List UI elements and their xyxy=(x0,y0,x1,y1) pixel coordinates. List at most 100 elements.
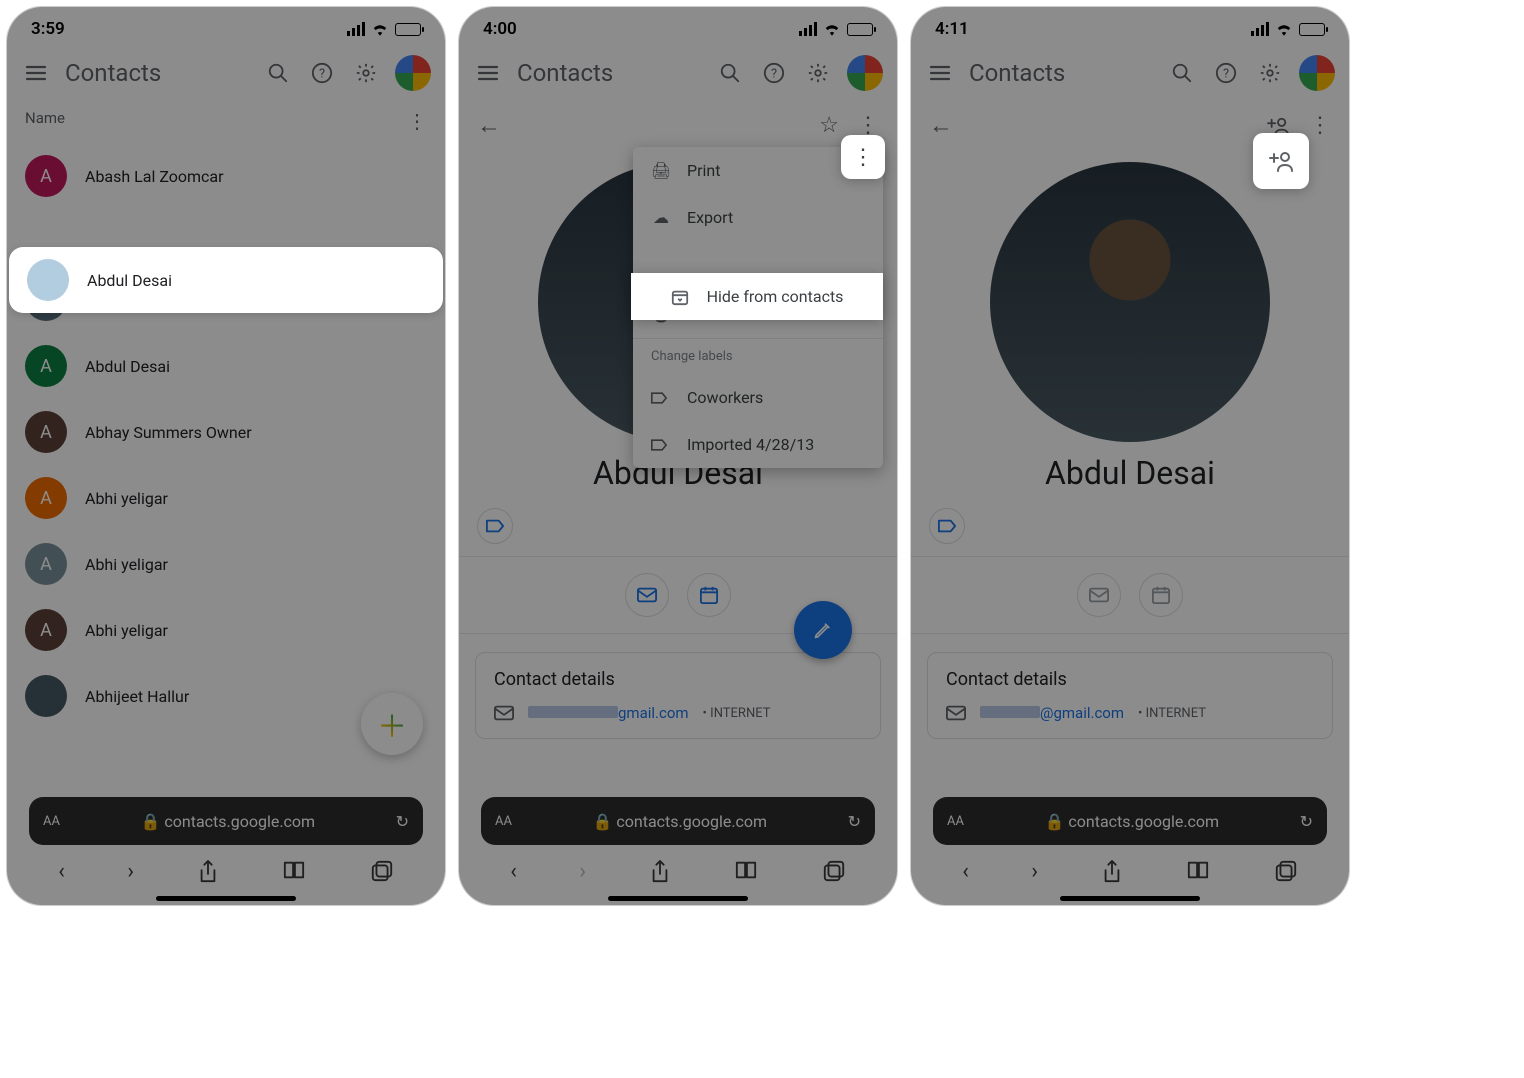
contact-avatar xyxy=(27,259,69,301)
cellular-icon xyxy=(799,22,817,36)
back-icon[interactable]: ← xyxy=(477,111,501,140)
settings-icon[interactable] xyxy=(803,58,833,88)
account-avatar[interactable] xyxy=(847,55,883,91)
calendar-action-icon[interactable] xyxy=(1139,573,1183,617)
email-row[interactable]: gmail.com • INTERNET xyxy=(494,704,862,722)
contact-row[interactable]: A Abhi yeligar xyxy=(7,465,445,531)
menu-icon[interactable] xyxy=(925,58,955,88)
text-size-button[interactable]: AA xyxy=(947,814,964,829)
email-icon xyxy=(494,705,514,721)
contact-name: Abhi yeligar xyxy=(85,489,168,508)
address-bar[interactable]: AA 🔒 contacts.google.com ↻ xyxy=(481,797,875,845)
page-title: Contacts xyxy=(517,59,701,87)
bookmarks-icon[interactable] xyxy=(733,859,759,885)
contact-row-highlighted[interactable]: Abdul Desai xyxy=(9,247,443,313)
tabs-icon[interactable] xyxy=(1274,859,1298,885)
menu-label-coworkers[interactable]: Coworkers xyxy=(633,374,883,421)
clock: 3:59 xyxy=(31,19,65,39)
label-icon[interactable] xyxy=(929,508,965,544)
contact-row[interactable]: A Abdul Desai xyxy=(7,333,445,399)
help-icon[interactable]: ? xyxy=(759,58,789,88)
settings-icon[interactable] xyxy=(1255,58,1285,88)
reload-icon[interactable]: ↻ xyxy=(1300,812,1313,831)
back-icon[interactable]: ‹ xyxy=(58,859,65,885)
bookmarks-icon[interactable] xyxy=(281,859,307,885)
wifi-icon xyxy=(823,22,841,36)
address-bar[interactable]: AA 🔒 contacts.google.com ↻ xyxy=(29,797,423,845)
email-meta: • INTERNET xyxy=(1138,706,1206,721)
back-icon[interactable]: ‹ xyxy=(962,859,969,885)
tabs-icon[interactable] xyxy=(822,859,846,885)
edit-fab[interactable] xyxy=(794,601,852,659)
email-meta: • INTERNET xyxy=(703,706,771,721)
search-icon[interactable] xyxy=(1167,58,1197,88)
menu-label-imported[interactable]: Imported 4/28/13 xyxy=(633,421,883,468)
contact-avatar: A xyxy=(25,543,67,585)
search-icon[interactable] xyxy=(263,58,293,88)
calendar-action-icon[interactable] xyxy=(687,573,731,617)
share-icon[interactable] xyxy=(1101,859,1123,885)
forward-icon[interactable]: › xyxy=(579,859,586,885)
email-value: @gmail.com xyxy=(980,704,1124,722)
screen-3: 4:11 Contacts ? ← ⋮ Abdul Desai Contact … xyxy=(910,6,1350,906)
forward-icon[interactable]: › xyxy=(127,859,134,885)
account-avatar[interactable] xyxy=(395,55,431,91)
more-menu-icon[interactable]: ⋮ xyxy=(1309,113,1331,138)
contact-row[interactable]: A Abhay Summers Owner xyxy=(7,399,445,465)
email-row[interactable]: @gmail.com • INTERNET xyxy=(946,704,1314,722)
contact-details-card: Contact details gmail.com • INTERNET xyxy=(475,652,881,739)
help-icon[interactable]: ? xyxy=(307,58,337,88)
share-icon[interactable] xyxy=(649,859,671,885)
add-to-contacts-button-highlighted[interactable] xyxy=(1253,133,1309,189)
export-icon: ☁ xyxy=(651,208,671,227)
url-text: contacts.google.com xyxy=(1068,812,1219,831)
svg-text:?: ? xyxy=(771,67,777,82)
text-size-button[interactable]: AA xyxy=(43,814,60,829)
contact-avatar: A xyxy=(25,609,67,651)
back-icon[interactable]: ‹ xyxy=(510,859,517,885)
forward-icon[interactable]: › xyxy=(1031,859,1038,885)
wifi-icon xyxy=(371,22,389,36)
screen-1: 3:59 Contacts ? Name ⋮ A Abash Lal Zoomc… xyxy=(6,6,446,906)
battery-icon xyxy=(847,23,873,36)
email-action-icon[interactable] xyxy=(625,573,669,617)
menu-icon[interactable] xyxy=(21,58,51,88)
address-bar[interactable]: AA 🔒 contacts.google.com ↻ xyxy=(933,797,1327,845)
add-contact-fab[interactable]: ＋ xyxy=(361,693,423,755)
menu-export[interactable]: ☁Export xyxy=(633,194,883,241)
email-action-icon[interactable] xyxy=(1077,573,1121,617)
more-menu-button-highlighted[interactable]: ⋮ xyxy=(841,135,885,179)
contact-row[interactable]: A Abash Lal Zoomcar xyxy=(7,143,445,209)
contact-avatar: A xyxy=(25,155,67,197)
label-icon[interactable] xyxy=(477,508,513,544)
bookmarks-icon[interactable] xyxy=(1185,859,1211,885)
contact-avatar xyxy=(25,675,67,717)
menu-labels-header: Change labels xyxy=(633,338,883,374)
text-size-button[interactable]: AA xyxy=(495,814,512,829)
star-icon[interactable]: ☆ xyxy=(819,113,839,138)
share-icon[interactable] xyxy=(197,859,219,885)
svg-text:?: ? xyxy=(1223,67,1229,82)
browser-toolbar: ‹ › xyxy=(459,849,897,895)
details-section-title: Contact details xyxy=(494,669,862,690)
account-avatar[interactable] xyxy=(1299,55,1335,91)
battery-icon xyxy=(395,23,421,36)
help-icon[interactable]: ? xyxy=(1211,58,1241,88)
browser-toolbar: ‹ › xyxy=(7,849,445,895)
settings-icon[interactable] xyxy=(351,58,381,88)
back-icon[interactable]: ← xyxy=(929,111,953,140)
search-icon[interactable] xyxy=(715,58,745,88)
reload-icon[interactable]: ↻ xyxy=(396,812,409,831)
contact-row[interactable]: A Abhi yeligar xyxy=(7,531,445,597)
contact-row[interactable]: A Abhi yeligar xyxy=(7,597,445,663)
sort-menu-icon[interactable]: ⋮ xyxy=(407,109,427,133)
browser-toolbar: ‹ › xyxy=(911,849,1349,895)
menu-icon[interactable] xyxy=(473,58,503,88)
lock-icon: 🔒 xyxy=(592,812,612,831)
menu-hide-highlighted[interactable]: Hide from contacts xyxy=(631,273,883,320)
app-header: Contacts ? xyxy=(911,47,1349,99)
contact-avatar: A xyxy=(25,411,67,453)
reload-icon[interactable]: ↻ xyxy=(848,812,861,831)
tabs-icon[interactable] xyxy=(370,859,394,885)
lock-icon: 🔒 xyxy=(140,812,160,831)
